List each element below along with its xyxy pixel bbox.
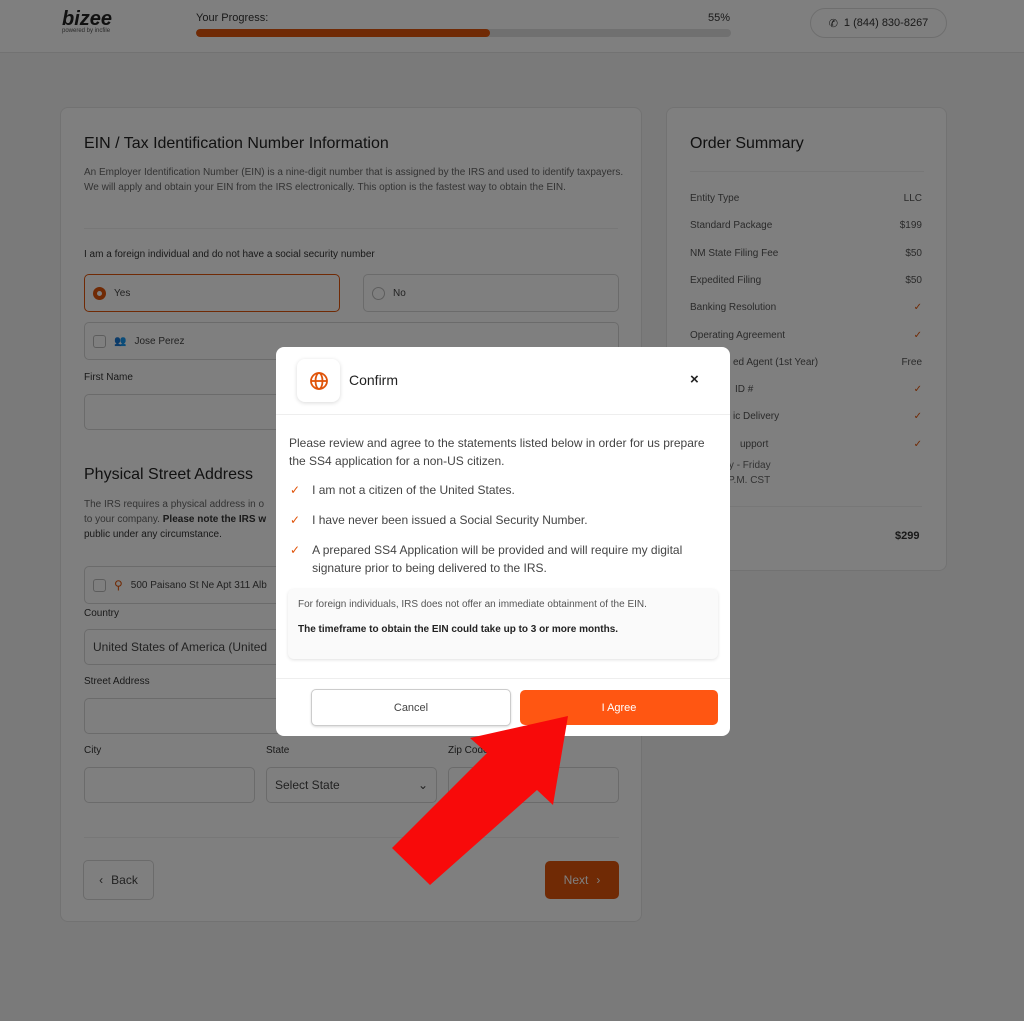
red-arrow-annotation xyxy=(392,716,568,885)
